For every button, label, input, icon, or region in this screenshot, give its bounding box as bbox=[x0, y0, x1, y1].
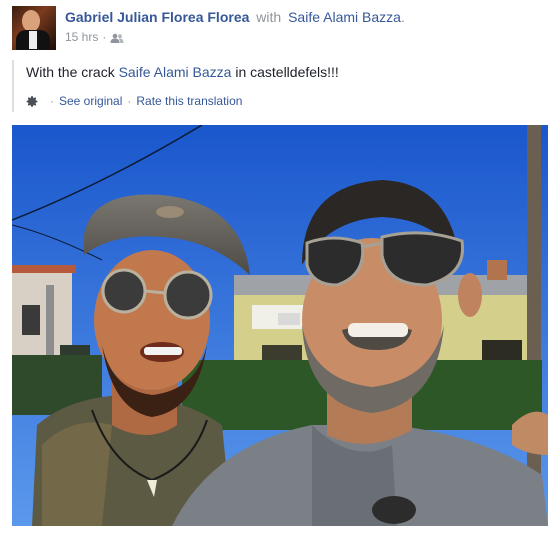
post-message: With the crack Saife Alami Bazza in cast… bbox=[26, 64, 339, 80]
message-mention-link[interactable]: Saife Alami Bazza bbox=[119, 64, 232, 80]
see-original-link[interactable]: See original bbox=[59, 94, 122, 108]
gear-icon[interactable] bbox=[26, 95, 39, 108]
message-text-start: With the crack bbox=[26, 64, 119, 80]
author-avatar[interactable] bbox=[12, 6, 56, 50]
meta-separator: · bbox=[102, 30, 107, 44]
header-period: . bbox=[400, 9, 405, 25]
friends-icon[interactable] bbox=[110, 32, 124, 43]
post-header: Gabriel Julian Florea Florea with Saife … bbox=[65, 9, 405, 25]
translation-actions: · See original · Rate this translation bbox=[26, 94, 242, 108]
post-timestamp[interactable]: 15 hrs bbox=[65, 30, 98, 44]
avatar-shirt bbox=[29, 31, 37, 49]
post-photo[interactable] bbox=[12, 125, 548, 526]
author-name-link[interactable]: Gabriel Julian Florea Florea bbox=[65, 9, 249, 25]
post: Gabriel Julian Florea Florea with Saife … bbox=[0, 0, 554, 534]
translation-separator: · bbox=[50, 94, 54, 108]
rate-translation-link[interactable]: Rate this translation bbox=[136, 94, 242, 108]
avatar-face bbox=[22, 10, 40, 32]
tagged-friend-link[interactable]: Saife Alami Bazza bbox=[288, 9, 401, 25]
translation-quote-bar bbox=[12, 60, 14, 112]
message-text-end: in castelldefels!!! bbox=[231, 64, 339, 80]
translation-separator: · bbox=[127, 94, 132, 108]
selfie-photo-illustration bbox=[12, 125, 548, 526]
with-label: with bbox=[256, 9, 282, 25]
post-meta: 15 hrs · bbox=[65, 30, 124, 44]
